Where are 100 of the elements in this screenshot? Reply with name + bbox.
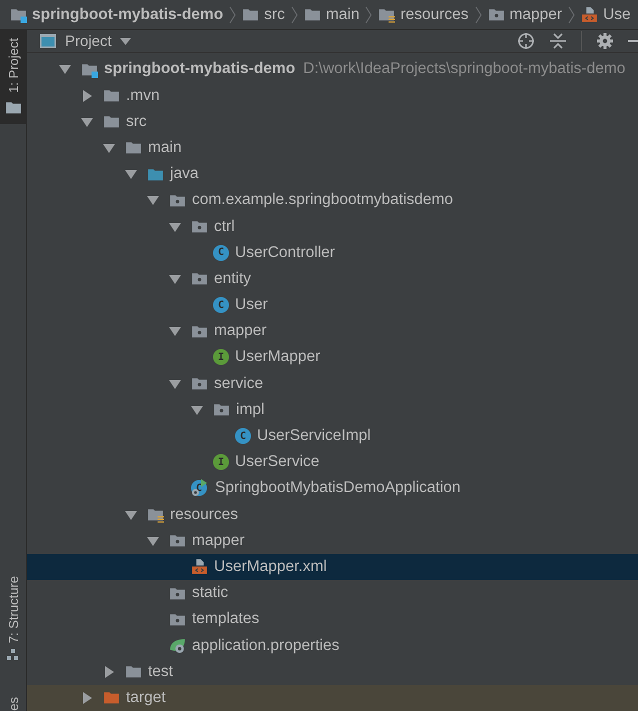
tree-item[interactable]: C UserController xyxy=(27,240,638,266)
folder-icon xyxy=(125,139,142,156)
tree-item[interactable]: C User xyxy=(27,292,638,318)
tree-item[interactable]: main xyxy=(27,134,638,162)
collapse-arrow-icon[interactable] xyxy=(169,272,181,285)
tree-item-label: target xyxy=(126,688,166,707)
folder-icon xyxy=(103,689,120,706)
tree-item[interactable]: C SpringbootMybatisDemoApplication xyxy=(27,475,638,502)
xml-file-icon xyxy=(191,558,208,576)
tree-item-label: ctrl xyxy=(214,218,235,236)
tree-item-label: main xyxy=(148,138,182,157)
class-icon: C xyxy=(213,244,229,261)
tree-item[interactable]: java xyxy=(27,161,638,188)
tree-item-label: springboot-mybatis-demo xyxy=(104,60,296,78)
chevron-icon xyxy=(474,4,482,24)
settings-icon[interactable] xyxy=(596,32,614,50)
dropdown-caret-icon[interactable] xyxy=(120,38,131,45)
spring-leaf-icon xyxy=(169,637,186,654)
tree-item-label: java xyxy=(170,165,198,184)
folder-icon xyxy=(103,87,120,104)
collapse-arrow-icon[interactable] xyxy=(103,142,115,154)
tree-item[interactable]: static xyxy=(27,580,638,606)
tree-item[interactable]: src xyxy=(27,108,638,135)
expand-arrow-icon[interactable] xyxy=(81,90,93,102)
collapse-arrow-icon[interactable] xyxy=(169,220,181,233)
tree-item[interactable]: C UserServiceImpl xyxy=(27,422,638,450)
tree-item-label: UserServiceImpl xyxy=(257,427,371,446)
side-tab[interactable]: 7: Structure xyxy=(0,568,26,670)
tree-item[interactable]: I UserMapper xyxy=(27,344,638,371)
chevron-icon xyxy=(290,4,298,24)
collapse-arrow-icon[interactable] xyxy=(169,325,181,338)
tree-item-label: mapper xyxy=(192,532,245,550)
side-tab[interactable]: 1: Project xyxy=(0,30,26,124)
chevron-icon xyxy=(365,4,372,24)
tree-item[interactable]: templates xyxy=(27,606,638,632)
tree-item[interactable]: springboot-mybatis-demo D:\work\IdeaProjects\springboot-mybatis-demo xyxy=(27,56,638,82)
tree-item-label: application.properties xyxy=(192,636,340,655)
window-icon xyxy=(39,32,57,50)
expand-arrow-icon[interactable] xyxy=(103,666,115,678)
side-tab[interactable]: es xyxy=(0,689,26,711)
tree-item[interactable]: .mvn xyxy=(27,82,638,109)
breadcrumb[interactable]: src xyxy=(242,6,285,24)
tree-item[interactable]: entity xyxy=(27,266,638,292)
class-icon: C xyxy=(235,428,251,444)
collapse-arrow-icon[interactable] xyxy=(147,534,159,547)
tree-item-label: entity xyxy=(214,270,252,288)
tree-item-label: UserMapper xyxy=(235,348,320,366)
tree-item[interactable]: com.example.springbootmybatisdemo xyxy=(27,187,638,214)
tree-item-label: User xyxy=(235,296,268,314)
panel-title[interactable]: Project xyxy=(65,32,112,50)
package-folder-icon xyxy=(169,532,186,550)
tree-item-label: service xyxy=(214,374,264,393)
tree-item-label: .mvn xyxy=(126,86,160,105)
tree-item-label: UserService xyxy=(235,453,320,472)
module-folder-icon xyxy=(10,6,27,23)
class-icon: C xyxy=(213,297,229,314)
interface-icon: I xyxy=(213,454,229,470)
tree-item[interactable]: test xyxy=(27,658,638,685)
breadcrumb[interactable]: mapper xyxy=(488,6,562,24)
breadcrumb[interactable]: springboot-mybatis-demo xyxy=(10,6,224,24)
expand-arrow-icon[interactable] xyxy=(81,692,93,704)
application-class-icon: C xyxy=(191,479,209,498)
tree-item-label: templates xyxy=(192,610,260,628)
locate-icon[interactable] xyxy=(517,32,535,50)
tree-item[interactable]: target xyxy=(27,684,638,711)
structure-icon xyxy=(7,649,19,662)
collapse-arrow-icon[interactable] xyxy=(147,194,159,206)
resources-folder-icon xyxy=(378,6,396,23)
tree-item-label: com.example.springbootmybatisdemo xyxy=(192,191,454,210)
collapse-arrow-icon[interactable] xyxy=(169,378,181,390)
tree-item[interactable]: ctrl xyxy=(27,213,638,240)
collapse-all-icon[interactable] xyxy=(549,32,567,50)
tree-item[interactable]: I UserService xyxy=(27,449,638,476)
package-folder-icon xyxy=(191,270,208,288)
breadcrumb[interactable]: Use xyxy=(581,6,631,24)
package-folder-icon xyxy=(488,6,505,23)
interface-icon: I xyxy=(213,349,229,366)
tree-item[interactable]: resources xyxy=(27,502,638,528)
collapse-arrow-icon[interactable] xyxy=(191,404,203,416)
package-folder-icon xyxy=(213,401,230,418)
chevron-icon xyxy=(229,4,236,24)
tree-item[interactable]: service xyxy=(27,370,638,397)
collapse-arrow-icon[interactable] xyxy=(59,63,71,76)
tree-item[interactable]: mapper xyxy=(27,318,638,344)
tree-item[interactable]: impl xyxy=(27,396,638,423)
tree-item[interactable]: mapper xyxy=(27,528,638,554)
resources-folder-icon xyxy=(147,506,164,524)
tree-item-label: impl xyxy=(236,400,264,419)
tree-item-label: UserMapper.xml xyxy=(214,558,327,576)
project-path: D:\work\IdeaProjects\springboot-mybatis-demo xyxy=(303,60,626,78)
collapse-arrow-icon[interactable] xyxy=(81,116,93,128)
tree-item[interactable]: UserMapper.xml xyxy=(27,554,638,580)
tree-item-label: static xyxy=(192,584,228,602)
breadcrumb[interactable]: resources xyxy=(378,6,469,24)
breadcrumb[interactable]: main xyxy=(304,6,360,24)
collapse-arrow-icon[interactable] xyxy=(125,508,137,521)
tree-item[interactable]: application.properties xyxy=(27,632,638,659)
collapse-arrow-icon[interactable] xyxy=(125,168,137,180)
package-folder-icon xyxy=(191,218,208,236)
tree-item-label: test xyxy=(148,662,173,681)
